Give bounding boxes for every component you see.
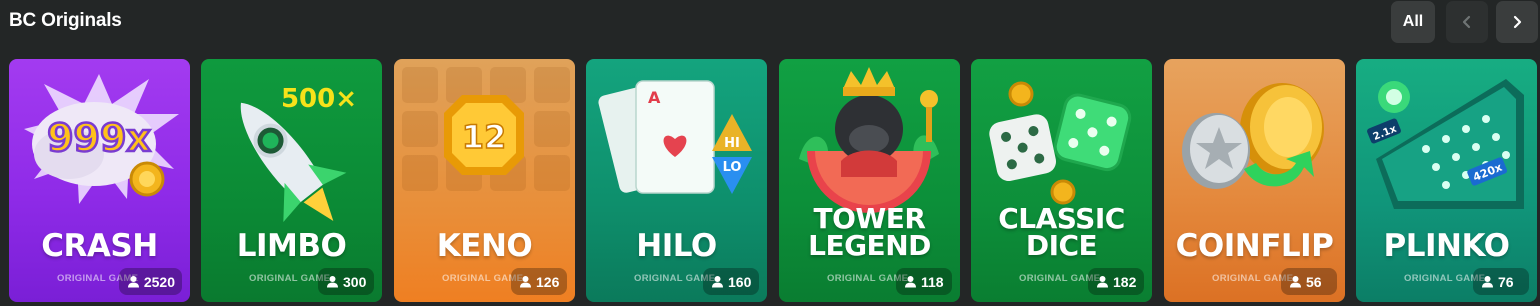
user-icon [327,276,338,288]
player-count-badge: 126 [511,268,567,295]
game-title: HILO [636,228,717,264]
player-count: 126 [536,273,560,290]
user-icon [905,276,916,288]
player-count-badge: 118 [896,268,952,295]
plinko-art: 2.1x 420x [1367,79,1524,209]
game-card-keno[interactable]: 12 KENO ORIGINAL GAME 126 [394,59,575,302]
previous-button[interactable] [1446,1,1488,43]
player-count: 2520 [143,273,175,290]
section-header: BC Originals All [0,0,1540,44]
view-all-button[interactable]: All [1391,1,1435,43]
game-card-plinko[interactable]: 2.1x 420x PLINKO ORIGINAL GAME 76 [1356,59,1537,302]
chevron-left-icon [1462,15,1471,29]
svg-text:LO: LO [723,160,742,175]
next-button[interactable] [1496,1,1538,43]
user-icon [1290,276,1301,288]
game-title: CLASSIC DICE [998,202,1125,263]
user-icon [1097,276,1108,288]
player-count: 56 [1306,273,1322,290]
game-title: KENO [436,228,533,264]
user-icon [520,276,531,288]
game-title: CRASH [41,228,158,264]
player-count: 182 [1113,273,1137,290]
keno-art: 12 [402,67,570,191]
game-card-limbo[interactable]: 500× LIMBO ORIGINAL GAME 300 [201,59,382,302]
hilo-art: A HI LO [598,80,752,194]
game-card-tower-legend[interactable]: TOWER LEGEND ORIGINAL GAME 118 [779,59,960,302]
player-count-badge: 182 [1088,268,1144,295]
player-count: 118 [921,273,944,290]
game-card-coinflip[interactable]: COINFLIP ORIGINAL GAME 56 [1164,59,1345,302]
limbo-art: 500× [240,84,357,222]
game-card-list: 999x CRASH ORIGINAL GAME 2520 500× LIMBO… [0,59,1540,302]
player-count-badge: 2520 [118,268,182,295]
player-count-badge: 76 [1473,268,1529,295]
player-count: 76 [1498,273,1514,290]
user-icon [1482,276,1493,288]
svg-text:HI: HI [724,136,740,151]
game-card-classic-dice[interactable]: CLASSIC DICE ORIGINAL GAME 182 [971,59,1152,302]
player-count-badge: 160 [703,268,759,295]
svg-text:500×: 500× [281,84,357,114]
game-title: LIMBO [236,228,347,264]
user-icon [127,276,139,288]
player-count-badge: 300 [318,268,374,295]
chevron-right-icon [1513,15,1522,29]
player-count: 300 [343,273,367,290]
player-count: 160 [728,273,752,290]
game-card-crash[interactable]: 999x CRASH ORIGINAL GAME 2520 [9,59,190,302]
svg-text:999x: 999x [47,116,151,160]
svg-text:A: A [648,88,661,107]
game-title: PLINKO [1383,228,1510,264]
section-title: BC Originals [9,10,122,31]
game-title: TOWER LEGEND [808,202,931,263]
game-card-hilo[interactable]: A HI LO HILO ORIGINAL GAME 160 [586,59,767,302]
player-count-badge: 56 [1281,268,1337,295]
coinflip-art [1182,83,1324,189]
user-icon [712,276,723,288]
crash-art: 999x [24,74,179,204]
game-title: COINFLIP [1175,228,1334,264]
svg-text:12: 12 [462,118,507,156]
